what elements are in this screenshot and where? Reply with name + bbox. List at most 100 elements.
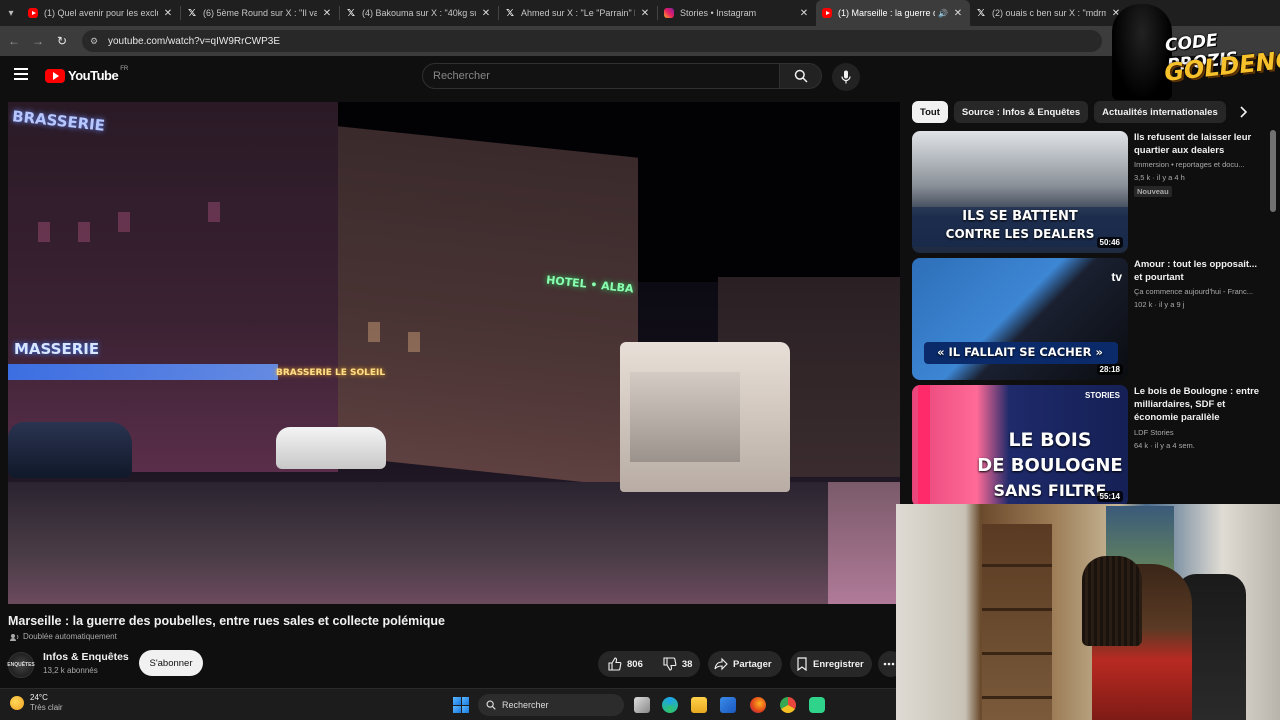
search-placeholder: Rechercher (433, 70, 490, 82)
chevron-right-icon (1240, 106, 1247, 118)
x-favicon-icon: 𝕏 (346, 7, 356, 19)
file-explorer-icon[interactable] (691, 697, 707, 713)
tab-close-icon[interactable]: ✕ (480, 8, 492, 19)
video-scene-window (38, 222, 50, 242)
youtube-favicon-icon (822, 8, 832, 18)
video-thumbnail[interactable]: ILS SE BATTENT CONTRE LES DEALERS 50:46 (912, 131, 1128, 253)
tab-close-icon[interactable]: ✕ (798, 8, 810, 19)
webcam-person-hair (1082, 556, 1142, 646)
chrome-icon[interactable] (780, 697, 796, 713)
recommended-video[interactable]: « IL FALLAIT SE CACHER » tv 28:18 Amour … (912, 258, 1272, 380)
taskbar-search[interactable]: Rechercher (478, 694, 624, 716)
edge-icon[interactable] (662, 697, 678, 713)
tab-close-icon[interactable]: ✕ (321, 8, 333, 19)
recommended-channel[interactable]: LDF Stories (1134, 428, 1264, 437)
recommended-meta: 64 k · il y a 4 sem. (1134, 441, 1195, 450)
like-button[interactable]: 806 (598, 651, 653, 677)
dislike-button[interactable]: 38 (653, 651, 703, 677)
instagram-favicon-icon (664, 8, 674, 18)
video-thumbnail[interactable]: STORIES LE BOIS DE BOULOGNE SANS FILTRE … (912, 385, 1128, 507)
x-favicon-icon: 𝕏 (187, 7, 197, 19)
video-scene-sign: MASSERIE (14, 340, 100, 358)
like-count: 806 (627, 658, 643, 670)
channel-name[interactable]: Infos & Enquêtes (43, 651, 129, 663)
tab-close-icon[interactable]: ✕ (162, 8, 174, 19)
channel-avatar-text: ENQUÊTES (7, 662, 35, 668)
share-label: Partager (733, 658, 772, 670)
dubbed-label: Doublée automatiquement (23, 632, 117, 641)
store-icon[interactable] (720, 697, 736, 713)
thumbs-up-icon (608, 657, 622, 671)
menu-icon[interactable] (14, 68, 28, 80)
browser-tab-active[interactable]: (1) Marseille : la guerre des 🔊 ✕ (816, 0, 970, 26)
recommended-channel[interactable]: Immersion • reportages et docu... (1134, 160, 1264, 169)
recommended-meta: 3,5 k · il y a 4 h (1134, 173, 1185, 182)
dubbed-indicator: Doublée automatiquement (10, 632, 117, 641)
video-thumbnail[interactable]: « IL FALLAIT SE CACHER » tv 28:18 (912, 258, 1128, 380)
tab-close-icon[interactable]: ✕ (952, 8, 964, 19)
youtube-logo-text: YouTube (68, 68, 119, 83)
save-button[interactable]: Enregistrer (790, 651, 872, 677)
video-player[interactable]: BRASSERIE MASSERIE HOTEL • ALBA BRASSERI… (8, 102, 900, 604)
tab-close-icon[interactable]: ✕ (639, 8, 651, 19)
recommended-title[interactable]: Le bois de Boulogne : entre milliardaire… (1134, 385, 1260, 424)
recommended-video[interactable]: ILS SE BATTENT CONTRE LES DEALERS 50:46 … (912, 131, 1272, 253)
chip-all[interactable]: Tout (912, 101, 948, 123)
browser-tab[interactable]: Stories • Instagram ✕ (658, 0, 816, 26)
speaker-icon[interactable]: 🔊 (938, 9, 948, 18)
tab-title: (2) ouais c ben sur X : "mdrmm (992, 8, 1106, 18)
save-label: Enregistrer (813, 658, 864, 670)
back-button[interactable]: ← (2, 29, 26, 53)
share-button[interactable]: Partager (708, 651, 782, 677)
new-badge: Nouveau (1134, 186, 1172, 197)
weather-widget[interactable]: 24°C Très clair (10, 693, 63, 713)
subscriber-count: 13,2 k abonnés (43, 666, 98, 675)
windows-start-icon[interactable] (453, 697, 469, 713)
browser-tab[interactable]: 𝕏 (4) Bakouma sur X : "40kg sur u ✕ (340, 0, 498, 26)
channel-logo-stories: STORIES (1085, 391, 1120, 400)
weather-condition: Très clair (30, 703, 63, 712)
chip-source[interactable]: Source : Infos & Enquêtes (953, 101, 1089, 123)
webcam-bookshelf (982, 524, 1052, 720)
recommended-video[interactable]: STORIES LE BOIS DE BOULOGNE SANS FILTRE … (912, 385, 1272, 507)
tab-search-icon[interactable]: ▾ (4, 6, 18, 20)
address-bar[interactable]: ⚙ youtube.com/watch?v=qIW9RrCWP3E (82, 30, 1102, 52)
thumbnail-caption: DE BOULOGNE (977, 455, 1123, 476)
thumbnail-caption: CONTRE LES DEALERS (945, 227, 1095, 241)
video-scene-road (8, 482, 900, 604)
app-icon[interactable] (809, 697, 825, 713)
recommended-title[interactable]: Amour : tout les opposait... et pourtant (1134, 258, 1260, 284)
recommended-channel[interactable]: Ça commence aujourd'hui - Franc... (1134, 287, 1264, 296)
promo-figure (1112, 4, 1172, 100)
video-scene-window (208, 202, 220, 222)
subscribe-button[interactable]: S'abonner (139, 650, 203, 676)
browser-tab[interactable]: (1) Quel avenir pour les exclus ✕ (22, 0, 180, 26)
more-horizontal-icon (883, 662, 894, 666)
task-view-icon[interactable] (634, 697, 650, 713)
recommended-title[interactable]: Ils refusent de laisser leur quartier au… (1134, 131, 1260, 157)
chip-international-news[interactable]: Actualités internationales (1094, 101, 1226, 123)
search-input[interactable]: Rechercher (422, 63, 780, 89)
browser-tab[interactable]: 𝕏 (6) 5ème Round sur X : "Il va sorti ✕ (181, 0, 339, 26)
microphone-icon (841, 70, 851, 84)
firefox-icon[interactable] (750, 697, 766, 713)
youtube-favicon-icon (28, 8, 38, 18)
voice-search-button[interactable] (832, 63, 860, 91)
bookmark-icon (797, 657, 807, 671)
tab-title: (6) 5ème Round sur X : "Il va sorti (203, 8, 317, 18)
site-info-icon[interactable]: ⚙ (90, 36, 102, 47)
channel-avatar[interactable]: ENQUÊTES (7, 652, 35, 678)
video-scene-awning (8, 364, 278, 380)
thumbs-down-icon (663, 657, 677, 671)
reload-button[interactable]: ↻ (50, 29, 74, 53)
browser-tab[interactable]: 𝕏 Ahmed sur X : "Le "Parrain" bal ✕ (499, 0, 657, 26)
thumbnail-stripe (918, 385, 930, 507)
search-icon (794, 69, 808, 83)
video-scene-window (78, 222, 90, 242)
youtube-logo[interactable]: YouTube FR (45, 66, 128, 83)
chips-next-button[interactable] (1232, 101, 1254, 123)
search-button[interactable] (780, 63, 822, 89)
forward-button[interactable]: → (26, 29, 50, 53)
thumbnail-caption: LE BOIS (1008, 429, 1092, 451)
channel-logo-tv: tv (1111, 270, 1122, 284)
